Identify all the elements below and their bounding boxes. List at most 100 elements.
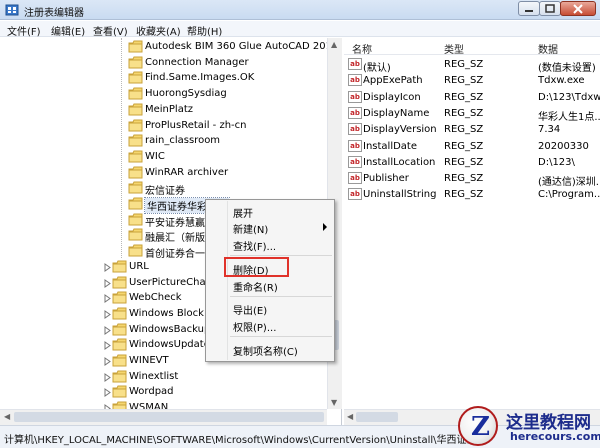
expand-arrow-icon[interactable]: [103, 309, 112, 319]
tree-item[interactable]: Connection Manager: [0, 55, 330, 71]
expand-arrow-icon[interactable]: [103, 278, 112, 288]
string-value-icon: ab: [348, 139, 362, 152]
value-row[interactable]: ab (默认) REG_SZ (数值未设置): [344, 57, 600, 74]
value-data: D:\123\: [538, 156, 575, 168]
tree-item[interactable]: Winextlist: [0, 369, 330, 385]
string-value-icon: ab: [348, 90, 362, 103]
tree-item-label: rain_classroom: [145, 135, 221, 147]
value-row[interactable]: ab AppExePath REG_SZ Tdxw.exe: [344, 73, 600, 89]
folder-icon: [128, 87, 143, 100]
menu-edit[interactable]: 编辑(E): [51, 23, 85, 38]
expand-arrow-icon[interactable]: [103, 341, 112, 351]
tree-hscroll-thumb[interactable]: [14, 412, 324, 422]
value-row[interactable]: ab Publisher REG_SZ (通达信)深圳...: [344, 171, 600, 188]
folder-icon: [112, 338, 127, 351]
folder-icon: [112, 323, 127, 336]
folder-icon: [128, 56, 143, 69]
ctx-expand[interactable]: 展开: [233, 205, 253, 220]
tree-item-label: HuorongSysdiag: [145, 88, 227, 100]
values-scroll-left-icon[interactable]: ◀: [347, 412, 353, 421]
tree-item[interactable]: ProPlusRetail - zh-cn: [0, 118, 330, 134]
menu-bar: 文件(F) 编辑(E) 查看(V) 收藏夹(A) 帮助(H): [0, 21, 600, 38]
value-row[interactable]: ab UninstallString REG_SZ C:\Program...: [344, 187, 600, 203]
folder-icon: [128, 40, 143, 53]
tree-item[interactable]: HuorongSysdiag: [0, 86, 330, 102]
value-row[interactable]: ab InstallLocation REG_SZ D:\123\: [344, 155, 600, 171]
value-row[interactable]: ab DisplayVersion REG_SZ 7.34: [344, 122, 600, 138]
column-type-header[interactable]: 类型: [444, 41, 464, 56]
menu-favorites[interactable]: 收藏夹(A): [136, 23, 181, 38]
value-type: REG_SZ: [444, 156, 484, 168]
ctx-permissions[interactable]: 权限(P)...: [233, 319, 276, 334]
tree-item[interactable]: Wordpad: [0, 384, 330, 400]
ctx-export[interactable]: 导出(E): [233, 302, 267, 317]
tree-item[interactable]: Autodesk BIM 360 Glue AutoCAD 2017 ...: [0, 39, 341, 55]
ctx-rename[interactable]: 重命名(R): [233, 279, 278, 294]
scroll-left-icon[interactable]: ◀: [4, 412, 10, 421]
context-menu: 展开 新建(N) 查找(F)... 删除(D) 重命名(R) 导出(E) 权限(…: [205, 199, 335, 362]
folder-icon: [128, 197, 143, 210]
expand-arrow-icon[interactable]: [103, 294, 112, 304]
string-value-icon: ab: [348, 58, 362, 70]
value-row[interactable]: ab DisplayName REG_SZ 华彩人生1点...: [344, 106, 600, 123]
value-data: 7.34: [538, 124, 561, 136]
values-hscroll-thumb[interactable]: [356, 412, 398, 422]
expand-arrow-icon[interactable]: [103, 325, 112, 335]
column-name-header[interactable]: 名称: [352, 41, 372, 56]
expand-arrow-icon[interactable]: [103, 388, 112, 398]
minimize-button[interactable]: [518, 1, 540, 16]
maximize-button[interactable]: [539, 1, 561, 16]
tree-item-label: UserPictureChan: [129, 276, 212, 288]
tree-item-label: Connection Manager: [145, 56, 249, 68]
value-row[interactable]: abDisplayIcon REG_SZ D:\123\Tdxw...: [344, 90, 600, 106]
tree-item-label: URL: [129, 260, 149, 272]
tree-item[interactable]: MeinPlatz: [0, 102, 330, 118]
ctx-copy-key-name[interactable]: 复制项名称(C): [233, 343, 298, 358]
folder-icon: [128, 213, 143, 226]
value-data: (数值未设置): [538, 63, 596, 74]
menu-help[interactable]: 帮助(H): [187, 23, 222, 38]
values-header: 名称 类型 数据: [344, 38, 600, 56]
folder-icon: [128, 134, 143, 147]
folder-icon: [128, 71, 143, 84]
values-list: 名称 类型 数据 ab (默认) REG_SZ (数值未设置) ab AppExePath…: [344, 38, 600, 425]
menu-file[interactable]: 文件(F): [7, 23, 41, 38]
string-value-icon: ab: [348, 188, 362, 201]
tree-item[interactable]: rain_classroom: [0, 133, 330, 149]
folder-icon: [112, 354, 127, 367]
watermark-url: herecours.com: [510, 430, 600, 443]
value-type: REG_SZ: [444, 189, 484, 201]
string-value-icon: ab: [348, 106, 362, 119]
expand-arrow-icon[interactable]: [103, 262, 112, 272]
folder-icon: [128, 244, 143, 257]
tree-item-label: Autodesk BIM 360 Glue AutoCAD 2017 ...: [145, 41, 342, 52]
ctx-find[interactable]: 查找(F)...: [233, 238, 276, 253]
maximize-icon: [545, 4, 555, 13]
context-menu-gutter: [227, 201, 228, 360]
tree-item[interactable]: Find.Same.Images.OK: [0, 70, 330, 86]
tree-item-label: WindowsBackup: [129, 323, 211, 335]
folder-icon: [112, 307, 127, 320]
value-name: DisplayIcon: [363, 91, 421, 103]
tree-item[interactable]: WIC: [0, 149, 330, 165]
tree-item-label: ProPlusRetail - zh-cn: [145, 119, 247, 131]
value-row[interactable]: ab InstallDate REG_SZ 20200330: [344, 139, 600, 155]
value-name: InstallDate: [363, 140, 418, 152]
tree-item[interactable]: 宏信证券: [0, 180, 330, 197]
folder-icon: [112, 370, 127, 383]
title-bar: 注册表编辑器: [0, 0, 600, 20]
scroll-down-icon[interactable]: ▼: [331, 398, 337, 407]
expand-arrow-icon[interactable]: [103, 372, 112, 382]
tree-item[interactable]: WinRAR archiver: [0, 165, 330, 181]
folder-icon: [112, 291, 127, 304]
column-data-header[interactable]: 数据: [538, 41, 558, 56]
ctx-new[interactable]: 新建(N): [233, 221, 268, 236]
menu-view[interactable]: 查看(V): [93, 23, 128, 38]
value-name: DisplayName: [363, 107, 430, 119]
expand-arrow-icon[interactable]: [103, 357, 112, 366]
string-value-icon: ab: [348, 74, 362, 87]
tree-item-label: Windows Block L: [129, 307, 213, 319]
value-name: Publisher: [363, 173, 409, 185]
scroll-up-icon[interactable]: ▲: [331, 40, 337, 49]
close-button[interactable]: [560, 1, 596, 16]
